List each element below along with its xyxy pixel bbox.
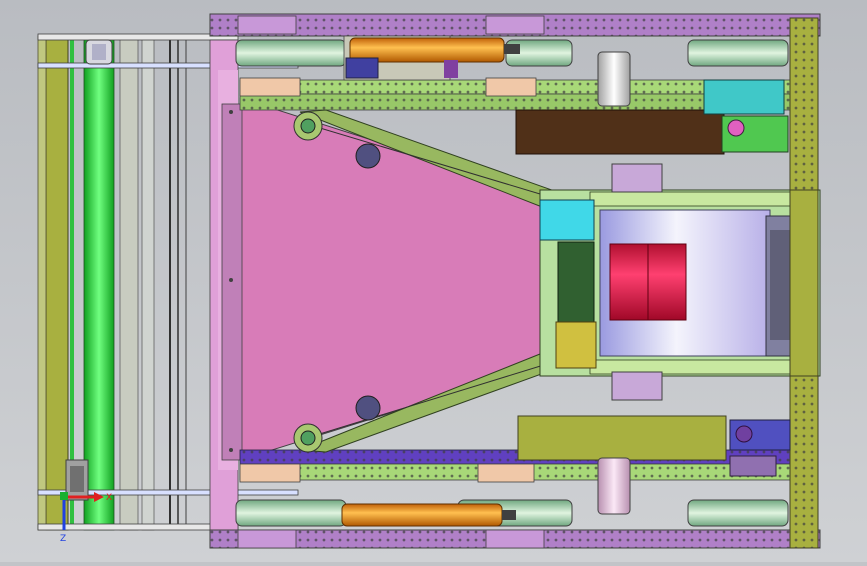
motor-teal bbox=[703, 79, 785, 115]
triad-x-label: X bbox=[106, 493, 112, 503]
drum-assembly bbox=[539, 163, 821, 401]
front-roller bbox=[83, 35, 115, 531]
triad-y-axis bbox=[60, 492, 68, 500]
triad-z-label: Z bbox=[60, 534, 66, 544]
cyan-bearing-block bbox=[539, 199, 595, 241]
assembly-drawing: X Z bbox=[37, 13, 821, 549]
gearbox-block bbox=[515, 109, 725, 155]
cad-viewport[interactable]: X Z bbox=[0, 0, 867, 562]
